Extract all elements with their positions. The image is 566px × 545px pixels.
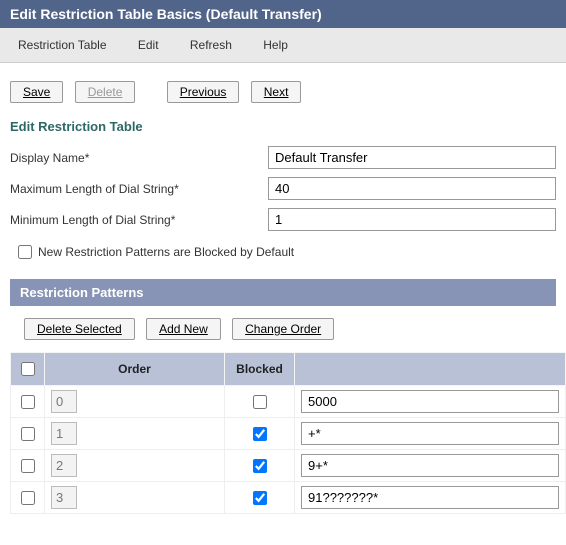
pattern-field[interactable] <box>301 422 559 445</box>
blocked-default-checkbox[interactable] <box>18 245 32 259</box>
row-select-checkbox[interactable] <box>21 395 35 409</box>
page-title: Edit Restriction Table Basics (Default T… <box>0 0 566 28</box>
order-field <box>51 454 77 477</box>
pattern-field[interactable] <box>301 390 559 413</box>
patterns-header: Restriction Patterns <box>10 279 556 306</box>
display-name-field[interactable] <box>268 146 556 169</box>
order-field <box>51 486 77 509</box>
blocked-checkbox[interactable] <box>253 491 267 505</box>
row-select-checkbox[interactable] <box>21 427 35 441</box>
min-length-field[interactable] <box>268 208 556 231</box>
order-field <box>51 390 77 413</box>
add-new-button[interactable]: Add New <box>146 318 221 340</box>
pattern-field[interactable] <box>301 486 559 509</box>
max-length-label: Maximum Length of Dial String* <box>10 182 268 196</box>
patterns-table: Order Blocked <box>10 352 566 514</box>
blocked-checkbox[interactable] <box>253 427 267 441</box>
min-length-label: Minimum Length of Dial String* <box>10 213 268 227</box>
toolbar: Save Delete Previous Next <box>0 63 566 113</box>
patterns-toolbar: Delete Selected Add New Change Order <box>0 306 566 352</box>
row-select-checkbox[interactable] <box>21 459 35 473</box>
menu-help[interactable]: Help <box>249 34 302 56</box>
order-field <box>51 422 77 445</box>
section-title: Edit Restriction Table <box>0 113 566 142</box>
blocked-default-label: New Restriction Patterns are Blocked by … <box>38 245 294 259</box>
menu-restriction-table[interactable]: Restriction Table <box>4 34 121 56</box>
previous-button[interactable]: Previous <box>167 81 240 103</box>
menu-refresh[interactable]: Refresh <box>176 34 246 56</box>
blocked-checkbox[interactable] <box>253 395 267 409</box>
blocked-checkbox[interactable] <box>253 459 267 473</box>
pattern-field[interactable] <box>301 454 559 477</box>
row-select-checkbox[interactable] <box>21 491 35 505</box>
max-length-field[interactable] <box>268 177 556 200</box>
column-header-pattern <box>295 353 566 386</box>
delete-button[interactable]: Delete <box>75 81 136 103</box>
save-button[interactable]: Save <box>10 81 63 103</box>
select-all-checkbox[interactable] <box>21 362 35 376</box>
display-name-label: Display Name* <box>10 151 268 165</box>
table-row <box>11 482 566 514</box>
column-header-blocked: Blocked <box>225 353 295 386</box>
menu-edit[interactable]: Edit <box>124 34 173 56</box>
delete-selected-button[interactable]: Delete Selected <box>24 318 135 340</box>
table-row <box>11 418 566 450</box>
change-order-button[interactable]: Change Order <box>232 318 334 340</box>
table-row <box>11 386 566 418</box>
column-header-order: Order <box>45 353 225 386</box>
next-button[interactable]: Next <box>251 81 302 103</box>
table-row <box>11 450 566 482</box>
menubar: Restriction Table Edit Refresh Help <box>0 28 566 63</box>
